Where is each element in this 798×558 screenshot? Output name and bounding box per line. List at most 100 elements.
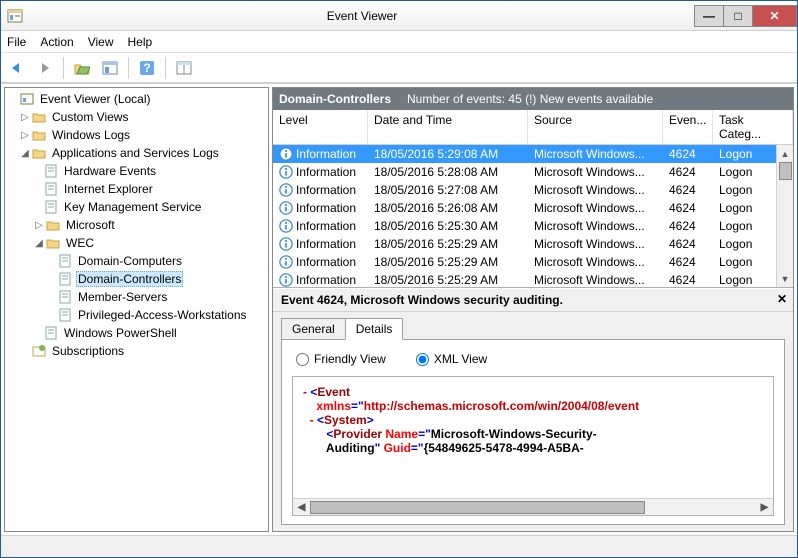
menu-help[interactable]: Help bbox=[128, 35, 153, 49]
folder-icon bbox=[45, 217, 61, 233]
cell-datetime: 18/05/2016 5:25:30 AM bbox=[368, 219, 528, 233]
radio-friendly-input[interactable] bbox=[296, 353, 309, 366]
scroll-up-icon[interactable]: ▲ bbox=[777, 145, 793, 162]
tab-general[interactable]: General bbox=[281, 318, 346, 340]
tree-custom-views[interactable]: ▷Custom Views bbox=[5, 108, 268, 126]
cell-source: Microsoft Windows... bbox=[528, 147, 663, 161]
open-folder-icon[interactable] bbox=[70, 56, 94, 80]
tree-paw[interactable]: Privileged-Access-Workstations bbox=[5, 306, 268, 324]
tree-kms[interactable]: Key Management Service bbox=[5, 198, 268, 216]
detail-close-icon[interactable]: ✕ bbox=[777, 292, 787, 306]
cell-level: Information bbox=[273, 201, 368, 215]
tab-details[interactable]: Details bbox=[345, 318, 404, 340]
view-radios: Friendly View XML View bbox=[296, 352, 770, 366]
tree-ie[interactable]: Internet Explorer bbox=[5, 180, 268, 198]
cell-eventid: 4624 bbox=[663, 201, 713, 215]
table-row[interactable]: Information18/05/2016 5:25:29 AMMicrosof… bbox=[273, 271, 793, 287]
folder-open-icon bbox=[31, 145, 47, 161]
close-button[interactable]: ✕ bbox=[752, 5, 797, 27]
table-body[interactable]: Information18/05/2016 5:29:08 AMMicrosof… bbox=[273, 145, 793, 287]
tree-windows-logs[interactable]: ▷Windows Logs bbox=[5, 126, 268, 144]
menu-action[interactable]: Action bbox=[40, 35, 73, 49]
tree-root[interactable]: Event Viewer (Local) bbox=[5, 90, 268, 108]
menu-view[interactable]: View bbox=[88, 35, 114, 49]
event-viewer-window: Event Viewer — □ ✕ File Action View Help… bbox=[0, 0, 798, 558]
scroll-down-icon[interactable]: ▼ bbox=[777, 270, 793, 287]
tree-domain-controllers[interactable]: Domain-Controllers bbox=[5, 270, 268, 288]
cell-datetime: 18/05/2016 5:29:08 AM bbox=[368, 147, 528, 161]
minimize-button[interactable]: — bbox=[694, 5, 724, 27]
scroll-right-icon[interactable]: ▶ bbox=[756, 499, 773, 515]
menu-file[interactable]: File bbox=[7, 35, 26, 49]
cell-datetime: 18/05/2016 5:25:29 AM bbox=[368, 273, 528, 287]
window-title: Event Viewer bbox=[29, 9, 695, 23]
tree-powershell[interactable]: Windows PowerShell bbox=[5, 324, 268, 342]
tree-wec[interactable]: ◢WEC bbox=[5, 234, 268, 252]
window-buttons: — □ ✕ bbox=[695, 5, 797, 27]
cell-datetime: 18/05/2016 5:26:08 AM bbox=[368, 201, 528, 215]
app-icon bbox=[7, 8, 23, 24]
tree-apps-services[interactable]: ◢Applications and Services Logs bbox=[5, 144, 268, 162]
log-icon bbox=[43, 181, 59, 197]
tree-hardware-events[interactable]: Hardware Events bbox=[5, 162, 268, 180]
table-row[interactable]: Information18/05/2016 5:29:08 AMMicrosof… bbox=[273, 145, 793, 163]
cell-source: Microsoft Windows... bbox=[528, 165, 663, 179]
cell-datetime: 18/05/2016 5:28:08 AM bbox=[368, 165, 528, 179]
hscroll-thumb[interactable] bbox=[310, 501, 645, 514]
col-datetime[interactable]: Date and Time bbox=[368, 110, 528, 144]
cell-datetime: 18/05/2016 5:27:08 AM bbox=[368, 183, 528, 197]
toolbar-sep bbox=[63, 57, 64, 79]
cell-datetime: 18/05/2016 5:25:29 AM bbox=[368, 237, 528, 251]
cell-eventid: 4624 bbox=[663, 147, 713, 161]
radio-xml[interactable]: XML View bbox=[416, 352, 487, 366]
panel-icon[interactable] bbox=[172, 56, 196, 80]
log-icon bbox=[57, 271, 73, 287]
vertical-scrollbar[interactable]: ▲ ▼ bbox=[776, 145, 793, 287]
folder-icon bbox=[31, 127, 47, 143]
xml-view[interactable]: - <Event xmlns="http://schemas.microsoft… bbox=[292, 376, 774, 516]
help-icon[interactable]: ? bbox=[135, 56, 159, 80]
main-body: Event Viewer (Local) ▷Custom Views ▷Wind… bbox=[1, 83, 797, 535]
tree-subscriptions[interactable]: Subscriptions bbox=[5, 342, 268, 360]
toolbar: ? bbox=[1, 53, 797, 83]
back-button[interactable] bbox=[5, 56, 29, 80]
tree-domain-computers[interactable]: Domain-Computers bbox=[5, 252, 268, 270]
scroll-thumb[interactable] bbox=[779, 162, 792, 180]
cell-source: Microsoft Windows... bbox=[528, 237, 663, 251]
forward-button[interactable] bbox=[33, 56, 57, 80]
log-icon bbox=[57, 289, 73, 305]
list-header-name: Domain-Controllers bbox=[279, 92, 391, 106]
titlebar[interactable]: Event Viewer — □ ✕ bbox=[1, 1, 797, 31]
radio-xml-input[interactable] bbox=[416, 353, 429, 366]
nav-tree[interactable]: Event Viewer (Local) ▷Custom Views ▷Wind… bbox=[4, 87, 269, 532]
event-table: Level Date and Time Source Even... Task … bbox=[273, 110, 793, 288]
maximize-button[interactable]: □ bbox=[723, 5, 753, 27]
log-icon bbox=[43, 325, 59, 341]
toolbar-sep2 bbox=[128, 57, 129, 79]
radio-friendly[interactable]: Friendly View bbox=[296, 352, 386, 366]
table-row[interactable]: Information18/05/2016 5:25:29 AMMicrosof… bbox=[273, 253, 793, 271]
tree-microsoft[interactable]: ▷Microsoft bbox=[5, 216, 268, 234]
col-level[interactable]: Level bbox=[273, 110, 368, 144]
col-source[interactable]: Source bbox=[528, 110, 663, 144]
table-row[interactable]: Information18/05/2016 5:26:08 AMMicrosof… bbox=[273, 199, 793, 217]
cell-source: Microsoft Windows... bbox=[528, 183, 663, 197]
cell-eventid: 4624 bbox=[663, 255, 713, 269]
table-row[interactable]: Information18/05/2016 5:27:08 AMMicrosof… bbox=[273, 181, 793, 199]
tree-member-servers[interactable]: Member-Servers bbox=[5, 288, 268, 306]
horizontal-scrollbar[interactable]: ◀ ▶ bbox=[293, 498, 773, 515]
log-icon bbox=[43, 199, 59, 215]
list-header: Domain-Controllers Number of events: 45 … bbox=[273, 88, 793, 110]
col-category[interactable]: Task Categ... bbox=[713, 110, 793, 144]
table-header: Level Date and Time Source Even... Task … bbox=[273, 110, 793, 145]
cell-level: Information bbox=[273, 183, 368, 197]
table-row[interactable]: Information18/05/2016 5:25:29 AMMicrosof… bbox=[273, 235, 793, 253]
table-row[interactable]: Information18/05/2016 5:28:08 AMMicrosof… bbox=[273, 163, 793, 181]
toolbar-sep3 bbox=[165, 57, 166, 79]
list-header-count: Number of events: 45 (!) New events avai… bbox=[407, 92, 653, 106]
table-row[interactable]: Information18/05/2016 5:25:30 AMMicrosof… bbox=[273, 217, 793, 235]
log-icon bbox=[57, 253, 73, 269]
properties-icon[interactable] bbox=[98, 56, 122, 80]
col-eventid[interactable]: Even... bbox=[663, 110, 713, 144]
scroll-left-icon[interactable]: ◀ bbox=[293, 499, 310, 515]
